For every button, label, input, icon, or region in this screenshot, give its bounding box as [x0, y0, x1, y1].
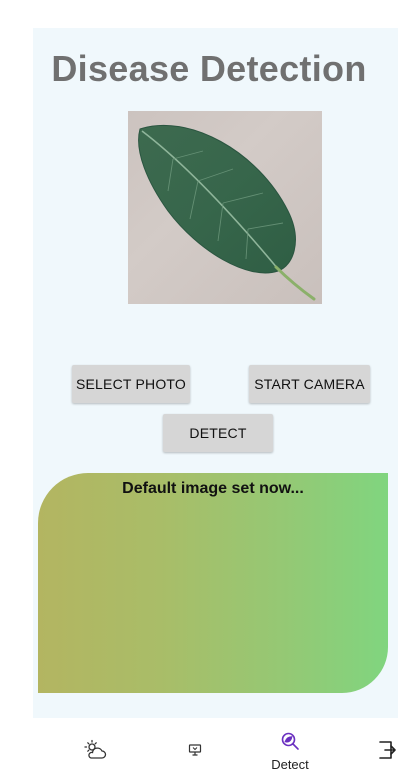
nav-item-monitor[interactable] [170, 718, 220, 783]
detect-button[interactable]: DETECT [163, 414, 273, 452]
exit-icon [376, 738, 400, 762]
start-camera-button[interactable]: START CAMERA [249, 365, 370, 403]
leaf-scan-icon [278, 729, 302, 753]
page-title: Disease Detection [51, 48, 367, 89]
nav-label-detect: Detect [271, 757, 309, 772]
bottom-navigation: Detect [0, 718, 418, 783]
result-message: Default image set now... [122, 480, 304, 497]
nav-item-weather[interactable] [70, 718, 120, 783]
result-panel-corner [342, 647, 388, 693]
nav-item-detect[interactable]: Detect [260, 718, 320, 783]
partly-cloudy-icon [83, 738, 107, 762]
monitor-icon [183, 738, 207, 762]
leaf-preview-image [128, 111, 322, 304]
nav-item-exit[interactable] [368, 718, 408, 783]
screen: Disease Detection SELECT PHOTO START CAM… [0, 0, 418, 783]
result-panel: Default image set now... [38, 473, 388, 693]
select-photo-button[interactable]: SELECT PHOTO [72, 365, 190, 403]
